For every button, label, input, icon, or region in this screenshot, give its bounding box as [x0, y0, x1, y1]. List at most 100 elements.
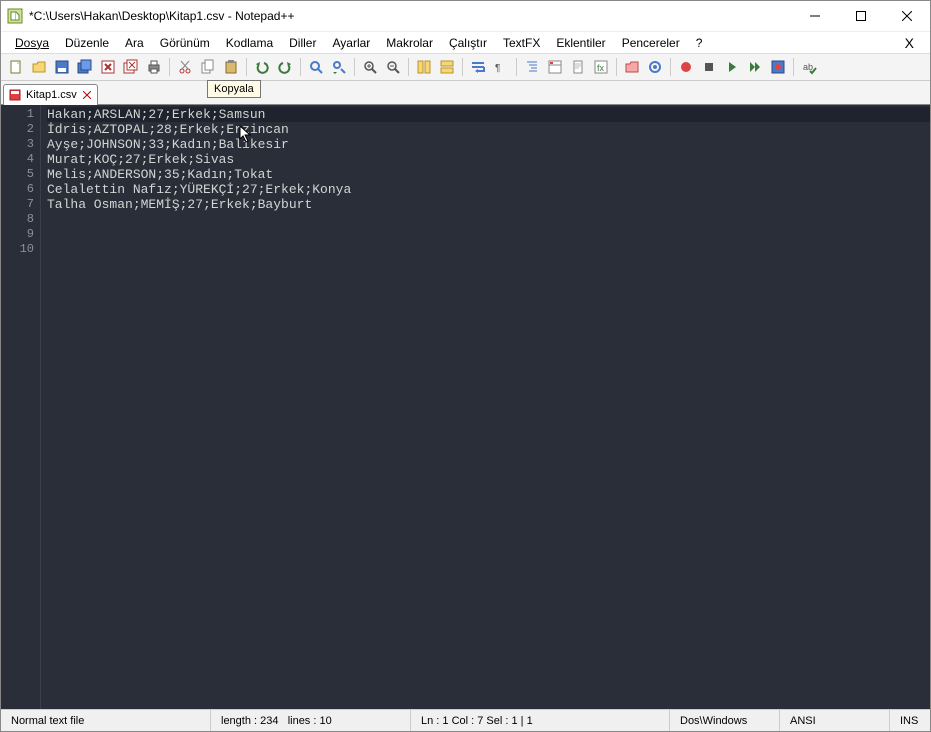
tabbar: Kitap1.csv: [1, 81, 930, 105]
toolbar-separator: [169, 58, 170, 76]
minimize-button[interactable]: [792, 1, 838, 31]
code-line[interactable]: [47, 227, 930, 242]
mdi-close-button[interactable]: X: [895, 35, 924, 51]
tab-kitap1[interactable]: Kitap1.csv: [3, 84, 98, 105]
line-number: 1: [1, 107, 34, 122]
toolbar: ¶fxabKopyala: [1, 53, 930, 81]
save-macro-icon[interactable]: [767, 56, 789, 78]
line-number: 9: [1, 227, 34, 242]
open-file-icon[interactable]: [28, 56, 50, 78]
stop-icon[interactable]: [698, 56, 720, 78]
record-icon[interactable]: [675, 56, 697, 78]
code-line[interactable]: Celalettin Nafız;YÜREKÇİ;27;Erkek;Konya: [47, 182, 930, 197]
toolbar-separator: [246, 58, 247, 76]
menubar: Dosya Düzenle Ara Görünüm Kodlama Diller…: [1, 31, 930, 53]
toolbar-separator: [354, 58, 355, 76]
code-line[interactable]: [47, 242, 930, 257]
menu-calistir[interactable]: Çalıştır: [441, 34, 495, 52]
menu-textfx[interactable]: TextFX: [495, 34, 548, 52]
status-length: length : 234 lines : 10: [211, 710, 411, 731]
tooltip: Kopyala: [207, 80, 261, 98]
window-controls: [792, 1, 930, 31]
toolbar-separator: [300, 58, 301, 76]
zoom-in-icon[interactable]: [359, 56, 381, 78]
paste-icon[interactable]: [220, 56, 242, 78]
status-eol: Dos\Windows: [670, 710, 780, 731]
zoom-out-icon[interactable]: [382, 56, 404, 78]
code-line[interactable]: Melis;ANDERSON;35;Kadın;Tokat: [47, 167, 930, 182]
statusbar: Normal text file length : 234 lines : 10…: [1, 709, 930, 731]
code-line[interactable]: İdris;AZTOPAL;28;Erkek;Erzincan: [47, 122, 930, 137]
code-line[interactable]: Ayşe;JOHNSON;33;Kadın;Balıkesir: [47, 137, 930, 152]
code-area[interactable]: Hakan;ARSLAN;27;Erkek;Samsunİdris;AZTOPA…: [41, 105, 930, 709]
titlebar: *C:\Users\Hakan\Desktop\Kitap1.csv - Not…: [1, 1, 930, 31]
undo-icon[interactable]: [251, 56, 273, 78]
menu-duzenle[interactable]: Düzenle: [57, 34, 117, 52]
play-multi-icon[interactable]: [744, 56, 766, 78]
spell-icon[interactable]: ab: [798, 56, 820, 78]
menu-kodlama[interactable]: Kodlama: [218, 34, 281, 52]
play-icon[interactable]: [721, 56, 743, 78]
sync-v-icon[interactable]: [413, 56, 435, 78]
toolbar-separator: [516, 58, 517, 76]
wordwrap-icon[interactable]: [467, 56, 489, 78]
line-number: 4: [1, 152, 34, 167]
line-number: 3: [1, 137, 34, 152]
status-mode: INS: [890, 710, 930, 731]
code-line[interactable]: [47, 212, 930, 227]
func-list-icon[interactable]: fx: [590, 56, 612, 78]
menu-pencereler[interactable]: Pencereler: [614, 34, 688, 52]
app-window: *C:\Users\Hakan\Desktop\Kitap1.csv - Not…: [0, 0, 931, 732]
code-line[interactable]: Talha Osman;MEMİŞ;27;Erkek;Bayburt: [47, 197, 930, 212]
save-all-icon[interactable]: [74, 56, 96, 78]
editor[interactable]: 12345678910 Hakan;ARSLAN;27;Erkek;Samsun…: [1, 105, 930, 709]
file-modified-icon: [8, 88, 22, 102]
tab-close-button[interactable]: [81, 89, 93, 101]
copy-icon[interactable]: [197, 56, 219, 78]
svg-text:fx: fx: [597, 63, 605, 73]
replace-icon[interactable]: [328, 56, 350, 78]
line-number: 6: [1, 182, 34, 197]
toolbar-separator: [670, 58, 671, 76]
code-line[interactable]: Murat;KOÇ;27;Erkek;Sivas: [47, 152, 930, 167]
print-icon[interactable]: [143, 56, 165, 78]
save-icon[interactable]: [51, 56, 73, 78]
menu-eklentiler[interactable]: Eklentiler: [548, 34, 613, 52]
menu-ara[interactable]: Ara: [117, 34, 152, 52]
close-all-icon[interactable]: [120, 56, 142, 78]
menu-ayarlar[interactable]: Ayarlar: [324, 34, 378, 52]
line-number: 5: [1, 167, 34, 182]
menu-diller[interactable]: Diller: [281, 34, 324, 52]
menu-makrolar[interactable]: Makrolar: [378, 34, 441, 52]
close-icon[interactable]: [97, 56, 119, 78]
toolbar-separator: [616, 58, 617, 76]
window-title: *C:\Users\Hakan\Desktop\Kitap1.csv - Not…: [29, 9, 792, 23]
line-gutter: 12345678910: [1, 105, 41, 709]
line-number: 10: [1, 242, 34, 257]
code-line[interactable]: Hakan;ARSLAN;27;Erkek;Samsun: [47, 107, 930, 122]
indent-guide-icon[interactable]: [521, 56, 543, 78]
line-number: 2: [1, 122, 34, 137]
line-number: 8: [1, 212, 34, 227]
doc-map-icon[interactable]: [567, 56, 589, 78]
svg-text:ab: ab: [803, 62, 813, 72]
menu-dosya[interactable]: Dosya: [7, 34, 57, 52]
status-filetype: Normal text file: [1, 710, 211, 731]
status-position: Ln : 1 Col : 7 Sel : 1 | 1: [411, 710, 670, 731]
close-button[interactable]: [884, 1, 930, 31]
tab-label: Kitap1.csv: [26, 89, 77, 101]
new-file-icon[interactable]: [5, 56, 27, 78]
menu-gorunum[interactable]: Görünüm: [152, 34, 218, 52]
toolbar-separator: [793, 58, 794, 76]
folder-icon[interactable]: [621, 56, 643, 78]
maximize-button[interactable]: [838, 1, 884, 31]
redo-icon[interactable]: [274, 56, 296, 78]
menu-help[interactable]: ?: [688, 34, 711, 52]
sync-h-icon[interactable]: [436, 56, 458, 78]
monitor-icon[interactable]: [644, 56, 666, 78]
cut-icon[interactable]: [174, 56, 196, 78]
lang-panel-icon[interactable]: [544, 56, 566, 78]
svg-text:¶: ¶: [495, 63, 500, 74]
find-icon[interactable]: [305, 56, 327, 78]
all-chars-icon[interactable]: ¶: [490, 56, 512, 78]
